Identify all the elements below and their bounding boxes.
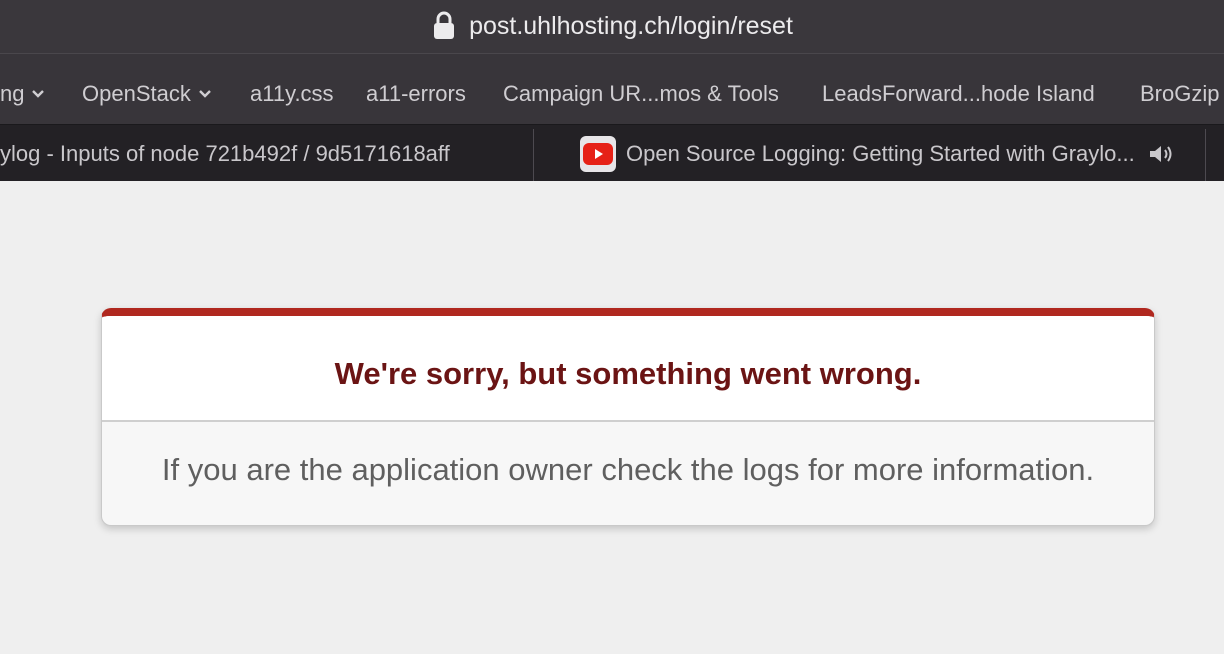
tab-graylog-inputs[interactable]: ylog - Inputs of node 721b492f / 9d51716…: [0, 125, 450, 181]
tab-divider: [1205, 129, 1206, 181]
chevron-down-icon: [198, 90, 211, 98]
bookmark-label: BroGzip: [1140, 81, 1220, 106]
tab-title: Open Source Logging: Getting Started wit…: [626, 140, 1135, 166]
error-message: If you are the application owner check t…: [161, 452, 1095, 487]
bookmark-folder-ng[interactable]: ng: [0, 81, 45, 107]
speaker-icon[interactable]: [1147, 142, 1177, 166]
bookmark-folder-openstack[interactable]: OpenStack: [82, 81, 212, 107]
bookmark-label: a11-errors: [366, 81, 466, 106]
bookmark-brogzip[interactable]: BroGzip: [1140, 81, 1219, 107]
address-url: post.uhlhosting.ch/login/reset: [469, 12, 793, 40]
error-card: We're sorry, but something went wrong. I…: [101, 308, 1155, 526]
bookmark-label: OpenStack: [82, 81, 191, 106]
tab-divider: [533, 129, 534, 181]
error-title: We're sorry, but something went wrong.: [334, 356, 922, 391]
bookmark-a11y-css[interactable]: a11y.css: [250, 81, 334, 107]
bookmark-label: ng: [0, 81, 25, 106]
youtube-icon: [580, 135, 616, 172]
bookmark-label: Campaign UR...mos & Tools: [503, 81, 779, 106]
bookmark-label: a11y.css: [250, 81, 334, 106]
tab-bar: ylog - Inputs of node 721b492f / 9d51716…: [0, 124, 1224, 181]
chevron-down-icon: [32, 90, 45, 98]
lock-icon: [434, 11, 455, 39]
error-card-body: If you are the application owner check t…: [102, 424, 1154, 525]
bookmark-campaign-url[interactable]: Campaign UR...mos & Tools: [503, 81, 779, 107]
browser-chrome: post.uhlhosting.ch/login/reset ng OpenSt…: [0, 0, 1224, 181]
bookmarks-bar: ng OpenStack a11y.css a11-errors Campaig…: [0, 54, 1224, 124]
address-bar[interactable]: post.uhlhosting.ch/login/reset: [0, 0, 1224, 54]
bookmark-leadsforward[interactable]: LeadsForward...hode Island: [822, 81, 1095, 107]
tab-title: ylog - Inputs of node 721b492f / 9d51716…: [0, 140, 450, 166]
bookmark-label: LeadsForward...hode Island: [822, 81, 1095, 106]
bookmark-a11-errors[interactable]: a11-errors: [366, 81, 466, 107]
tab-youtube-graylog[interactable]: Open Source Logging: Getting Started wit…: [580, 125, 1177, 181]
error-card-header: We're sorry, but something went wrong.: [102, 316, 1154, 422]
